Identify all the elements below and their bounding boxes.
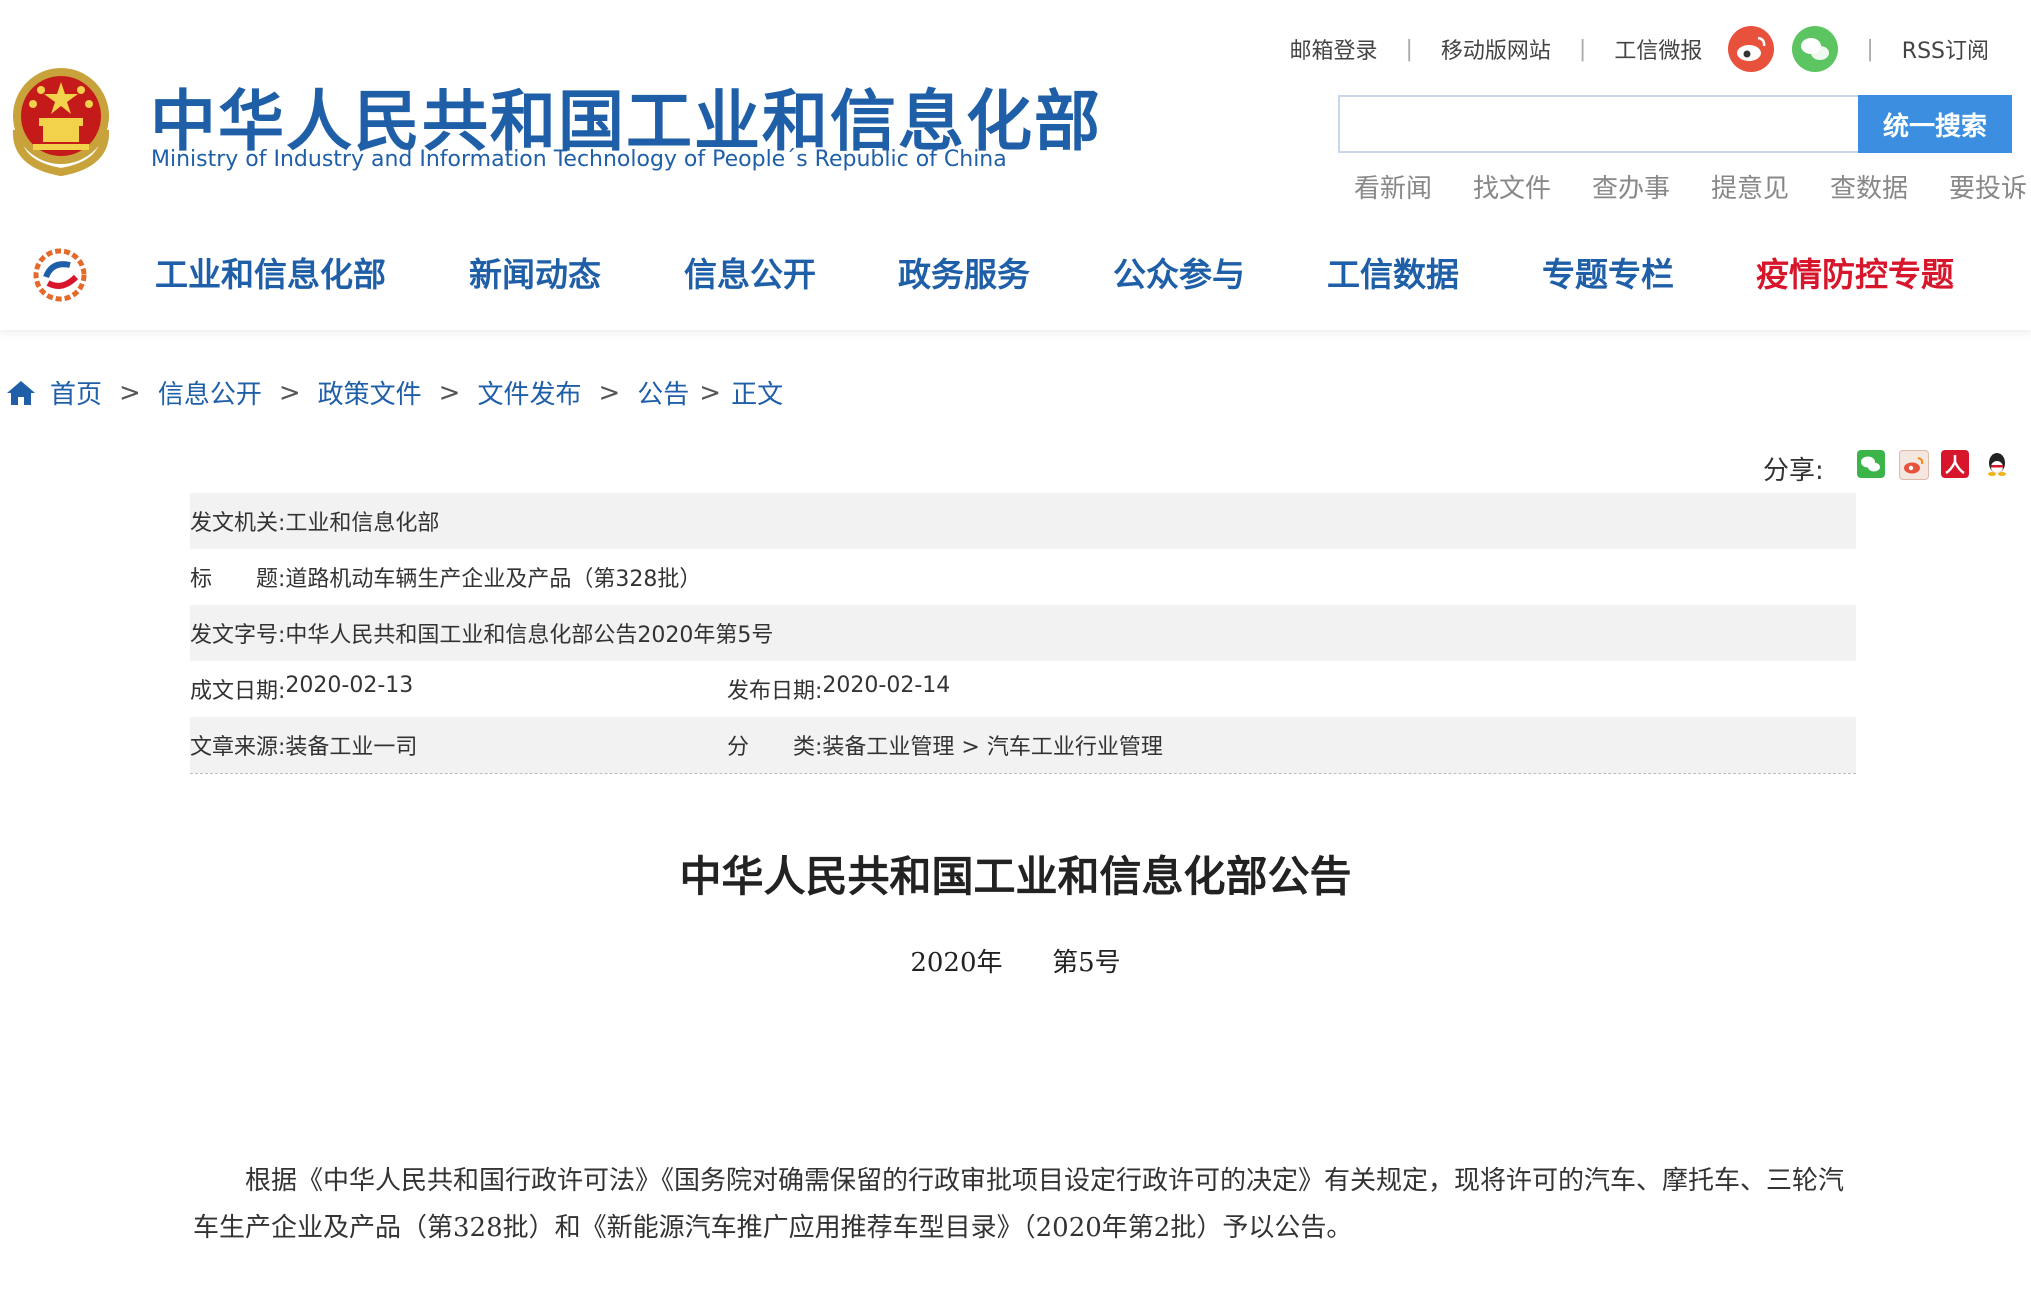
- meta-label: 发布日期:: [727, 679, 823, 704]
- meta-label: 分 类:: [727, 735, 823, 760]
- document-meta-table: 发文机关: 工业和信息化部 标 题: 道路机动车辆生产企业及产品（第328批） 发文…: [190, 493, 1856, 774]
- meta-published-date: 2020-02-14: [822, 673, 951, 698]
- breadcrumb-policy[interactable]: 政策文件: [318, 374, 422, 411]
- breadcrumb: 首页 > 信息公开 > 政策文件 > 文件发布 > 公告 > 正文: [6, 374, 783, 411]
- home-icon[interactable]: [6, 380, 36, 406]
- miit-weibao-link[interactable]: 工信微报: [1614, 33, 1702, 65]
- meta-source: 装备工业一司: [285, 735, 418, 760]
- meta-label: 发文机关:: [190, 511, 286, 536]
- breadcrumb-separator: >: [278, 377, 301, 408]
- quick-link-news[interactable]: 看新闻: [1354, 168, 1473, 205]
- nav-item-news[interactable]: 新闻动态: [469, 248, 601, 296]
- meta-issuer: 工业和信息化部: [285, 511, 440, 536]
- qq-share-icon[interactable]: [1983, 450, 2011, 478]
- meta-label: 标 题:: [190, 567, 286, 592]
- quick-link-data[interactable]: 查数据: [1830, 168, 1949, 205]
- nav-item-disclosure[interactable]: 信息公开: [684, 248, 816, 296]
- wechat-icon[interactable]: [1792, 26, 1839, 72]
- share-label: 分享:: [1763, 456, 1824, 486]
- quick-link-services[interactable]: 查办事: [1592, 168, 1711, 205]
- meta-doc-number: 中华人民共和国工业和信息化部公告2020年第5号: [285, 623, 774, 648]
- wechat-share-icon[interactable]: [1857, 450, 1885, 478]
- breadcrumb-separator: >: [699, 377, 722, 408]
- nav-item-services[interactable]: 政务服务: [898, 248, 1030, 296]
- meta-title: 道路机动车辆生产企业及产品（第328批）: [285, 567, 702, 592]
- quick-link-complaint[interactable]: 要投诉: [1949, 168, 2031, 205]
- site-subtitle: Ministry of Industry and Information Tec…: [151, 147, 1007, 172]
- divider: |: [1866, 36, 1874, 62]
- weibo-icon[interactable]: [1728, 26, 1775, 72]
- nav-item-epidemic[interactable]: 疫情防控专题: [1756, 248, 1954, 296]
- unified-search-button[interactable]: 统一搜索: [1858, 95, 2012, 153]
- breadcrumb-disclosure[interactable]: 信息公开: [158, 374, 262, 411]
- national-emblem-logo: [5, 60, 117, 180]
- meta-row-dates: 成文日期: 2020-02-13 发布日期: 2020-02-14: [190, 661, 1856, 717]
- meta-created-date: 2020-02-13: [285, 673, 414, 698]
- meta-label: 成文日期:: [190, 679, 286, 704]
- search-input[interactable]: [1338, 95, 1858, 153]
- top-links: 邮箱登录 | 移动版网站 | 工信微报 | RSS订阅: [1289, 26, 1989, 72]
- meta-row-issuer: 发文机关: 工业和信息化部: [190, 493, 1856, 549]
- rss-link[interactable]: RSS订阅: [1902, 33, 1989, 65]
- meta-label: 发文字号:: [190, 623, 286, 648]
- divider: |: [1578, 36, 1587, 62]
- meta-category: 装备工业管理 > 汽车工业行业管理: [822, 735, 1163, 760]
- meta-label: 文章来源:: [190, 735, 286, 760]
- breadcrumb-current: 正文: [731, 380, 784, 410]
- quick-link-files[interactable]: 找文件: [1473, 168, 1592, 205]
- nav-item-topics[interactable]: 专题专栏: [1542, 248, 1674, 296]
- breadcrumb-separator: >: [438, 377, 461, 408]
- nav-item-participation[interactable]: 公众参与: [1113, 248, 1245, 296]
- nav-item-miit[interactable]: 工业和信息化部: [155, 248, 386, 296]
- divider: |: [1405, 36, 1413, 62]
- quick-links: 看新闻 找文件 查办事 提意见 查数据 要投诉: [1354, 168, 2031, 205]
- meta-row-source: 文章来源: 装备工业一司 分 类: 装备工业管理 > 汽车工业行业管理: [190, 717, 1856, 773]
- breadcrumb-notice[interactable]: 公告: [637, 374, 689, 411]
- document-paragraph: 根据《中华人民共和国行政许可法》《国务院对确需保留的行政审批项目设定行政许可的决…: [193, 1166, 1845, 1243]
- document-number: 2020年 第5号: [910, 948, 1121, 978]
- renren-share-icon[interactable]: [1941, 450, 1969, 478]
- breadcrumb-separator: >: [119, 377, 141, 408]
- meta-row-title: 标 题: 道路机动车辆生产企业及产品（第328批）: [190, 549, 1856, 605]
- meta-row-doc-number: 发文字号: 中华人民共和国工业和信息化部公告2020年第5号: [190, 605, 1856, 661]
- mobile-site-link[interactable]: 移动版网站: [1441, 33, 1551, 65]
- document-heading: 中华人民共和国工业和信息化部公告: [679, 852, 1352, 901]
- breadcrumb-home[interactable]: 首页: [50, 374, 102, 411]
- breadcrumb-separator: >: [598, 377, 621, 408]
- mail-login-link[interactable]: 邮箱登录: [1289, 33, 1377, 65]
- nav-item-data[interactable]: 工信数据: [1327, 248, 1459, 296]
- miit-logo-icon[interactable]: [32, 247, 88, 303]
- quick-link-feedback[interactable]: 提意见: [1711, 168, 1830, 205]
- breadcrumb-releases[interactable]: 文件发布: [477, 374, 581, 411]
- weibo-share-icon[interactable]: [1899, 450, 1929, 480]
